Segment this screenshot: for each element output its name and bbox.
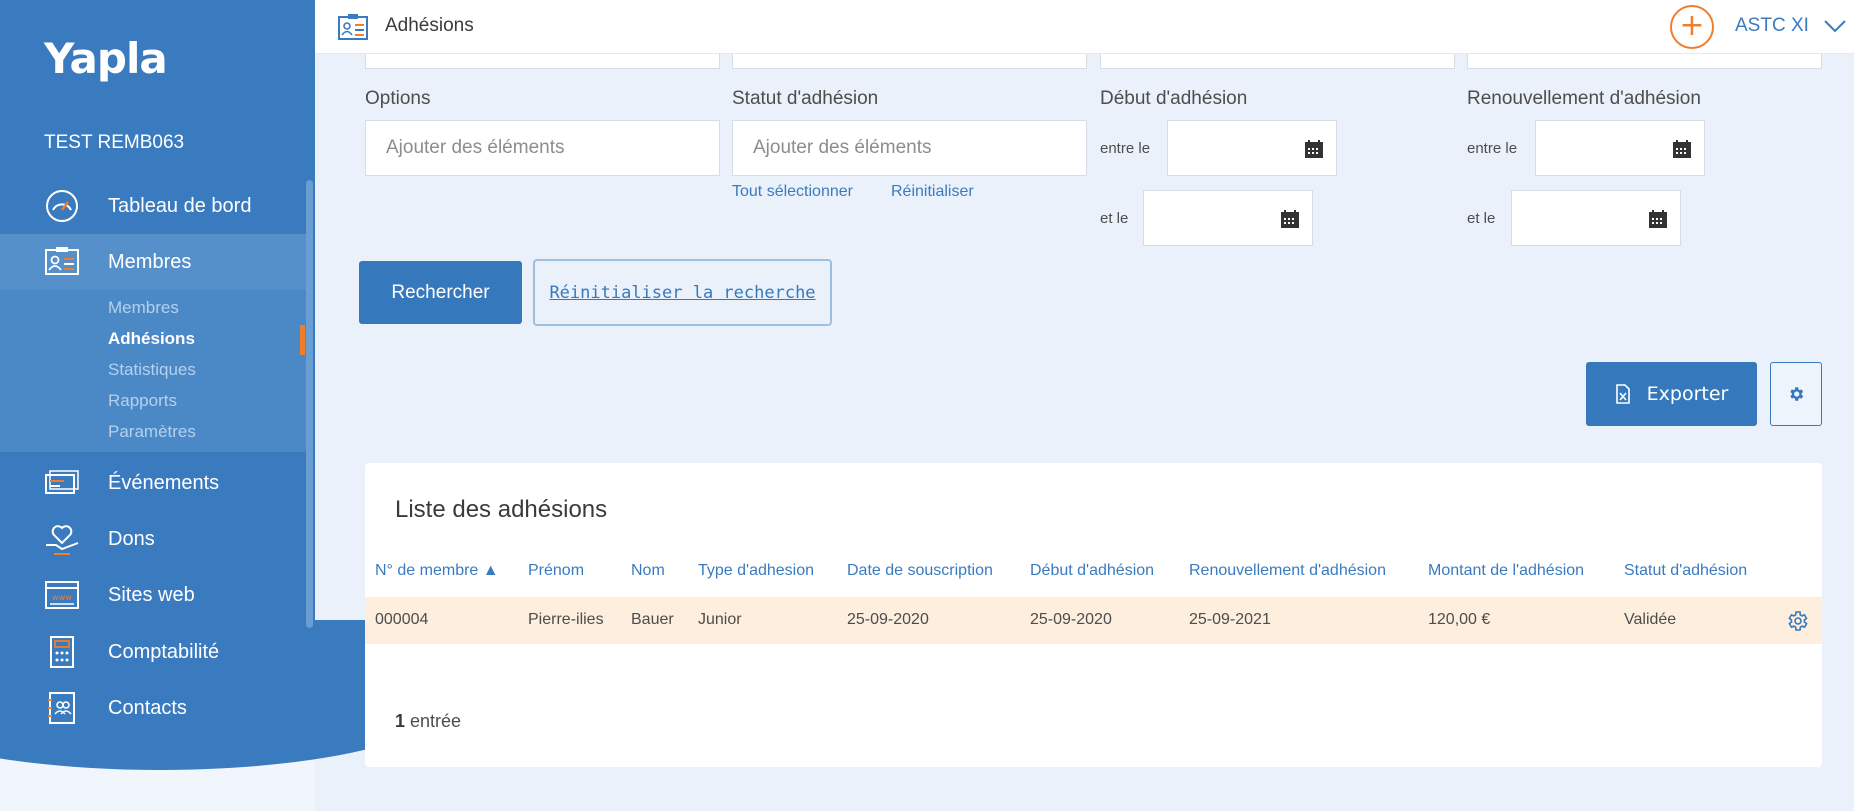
cell-subscription-date: 25-09-2020	[847, 611, 929, 628]
calendar-icon[interactable]	[1672, 139, 1692, 159]
website-icon: www	[45, 581, 79, 609]
ticket-icon	[45, 470, 79, 494]
reset-search-button[interactable]: Réinitialiser la recherche	[533, 259, 832, 326]
calculator-icon	[50, 636, 74, 668]
sidebar-item-label: Dons	[108, 527, 155, 550]
members-submenu: Membres Adhésions Statistiques Rapports …	[0, 290, 306, 452]
gear-icon[interactable]	[1785, 609, 1809, 633]
member-card-icon	[45, 247, 79, 275]
export-label: Exporter	[1646, 383, 1729, 405]
page-title: Adhésions	[385, 15, 474, 36]
svg-text:www: www	[52, 593, 72, 602]
sidebar-item-label: Comptabilité	[108, 640, 220, 663]
column-header-member-number[interactable]: N° de membre ▲	[375, 562, 499, 580]
calendar-icon[interactable]	[1304, 139, 1324, 159]
calendar-icon[interactable]	[1280, 209, 1300, 229]
add-button[interactable]: +	[1670, 5, 1714, 49]
heart-hand-icon	[46, 525, 79, 555]
top-bar: Adhésions + ASTC XI	[315, 0, 1854, 54]
column-header-type[interactable]: Type d'adhesion	[698, 562, 814, 580]
sidebar-item-label: Contacts	[108, 696, 187, 719]
column-header-subscription-date[interactable]: Date de souscription	[847, 562, 993, 580]
plus-icon: +	[1679, 8, 1705, 43]
cell-first-name: Pierre-ilies	[528, 611, 604, 628]
organization-name: TEST REMB063	[44, 132, 185, 153]
entry-count-label: entrée	[410, 711, 462, 731]
cell-type: Junior	[698, 611, 742, 628]
select-all-link[interactable]: Tout sélectionner	[732, 183, 853, 201]
sidebar-item-dashboard[interactable]: Tableau de bord	[0, 178, 306, 234]
start-to-date-input[interactable]	[1143, 190, 1313, 246]
active-submenu-marker	[300, 325, 305, 355]
options-label: Options	[365, 88, 431, 109]
column-header-last-name[interactable]: Nom	[631, 562, 665, 580]
sidebar-item-websites[interactable]: www Sites web	[0, 567, 306, 623]
submenu-item-adhesions[interactable]: Adhésions	[108, 329, 195, 349]
sidebar-item-members[interactable]: Membres	[0, 234, 306, 290]
sidebar-item-label: Événements	[108, 471, 220, 494]
renewal-to-date-input[interactable]	[1511, 190, 1681, 246]
submenu-item-reports[interactable]: Rapports	[108, 391, 177, 411]
previous-filter-field[interactable]	[732, 54, 1087, 69]
entry-count: 1 entrée	[395, 711, 461, 732]
account-name[interactable]: ASTC XI	[1735, 15, 1809, 37]
column-header-renewal-date[interactable]: Renouvellement d'adhésion	[1189, 562, 1386, 580]
column-header-start-date[interactable]: Début d'adhésion	[1030, 562, 1154, 580]
submenu-item-settings[interactable]: Paramètres	[108, 422, 196, 442]
entry-count-number: 1	[395, 711, 406, 731]
calendar-icon[interactable]	[1648, 209, 1668, 229]
app-logo[interactable]: Yapla	[44, 34, 168, 83]
contacts-book-icon	[48, 692, 75, 724]
cell-status: Validée	[1624, 611, 1677, 628]
start-date-label: Début d'adhésion	[1100, 88, 1248, 109]
between-caption: entre le	[1467, 140, 1518, 157]
status-label: Statut d'adhésion	[732, 88, 879, 109]
cell-amount: 120,00 €	[1428, 611, 1491, 628]
options-input[interactable]: Ajouter des éléments	[365, 120, 720, 176]
column-header-amount[interactable]: Montant de l'adhésion	[1428, 562, 1584, 580]
reset-status-link[interactable]: Réinitialiser	[891, 183, 974, 201]
gear-icon	[1790, 387, 1804, 401]
column-header-status[interactable]: Statut d'adhésion	[1624, 562, 1747, 580]
and-caption: et le	[1100, 210, 1129, 227]
sidebar-item-label: Membres	[108, 250, 192, 273]
renewal-date-label: Renouvellement d'adhésion	[1467, 88, 1701, 109]
sidebar: Yapla TEST REMB063 Tableau de bord Membr…	[0, 0, 460, 811]
submenu-item-members[interactable]: Membres	[108, 298, 179, 318]
dashboard-gauge-icon	[46, 190, 78, 222]
renewal-from-date-input[interactable]	[1535, 120, 1705, 176]
previous-filter-field[interactable]	[365, 54, 720, 69]
sidebar-item-label: Sites web	[108, 583, 195, 606]
cell-start-date: 25-09-2020	[1030, 611, 1112, 628]
submenu-item-statistics[interactable]: Statistiques	[108, 360, 196, 380]
previous-filter-field[interactable]	[1100, 54, 1455, 69]
start-from-date-input[interactable]	[1167, 120, 1337, 176]
export-button[interactable]: Exporter	[1586, 362, 1757, 426]
cell-last-name: Bauer	[631, 611, 674, 628]
excel-file-icon	[1615, 384, 1630, 404]
and-caption: et le	[1467, 210, 1496, 227]
card-title: Liste des adhésions	[395, 496, 608, 523]
sidebar-item-label: Tableau de bord	[108, 194, 252, 217]
previous-filter-field[interactable]	[1467, 54, 1822, 69]
chevron-down-icon[interactable]	[1823, 18, 1847, 34]
between-caption: entre le	[1100, 140, 1151, 157]
sidebar-item-events[interactable]: Événements	[0, 455, 306, 511]
cell-member-number: 000004	[375, 611, 429, 628]
sidebar-item-donations[interactable]: Dons	[0, 511, 306, 567]
status-input[interactable]: Ajouter des éléments	[732, 120, 1087, 176]
column-header-first-name[interactable]: Prénom	[528, 562, 584, 580]
sidebar-item-accounting[interactable]: Comptabilité	[0, 624, 306, 680]
adhesions-list-card: Liste des adhésions N° de membre ▲ Préno…	[365, 463, 1822, 767]
search-button[interactable]: Rechercher	[359, 261, 522, 324]
table-settings-button[interactable]	[1770, 362, 1822, 426]
cell-renewal-date: 25-09-2021	[1189, 611, 1271, 628]
sidebar-item-contacts[interactable]: Contacts	[0, 680, 306, 736]
member-card-icon	[338, 14, 368, 40]
sidebar-scrollbar[interactable]	[306, 180, 313, 628]
table-row[interactable]: 000004 Pierre-ilies Bauer Junior 25-09-2…	[365, 597, 1822, 644]
